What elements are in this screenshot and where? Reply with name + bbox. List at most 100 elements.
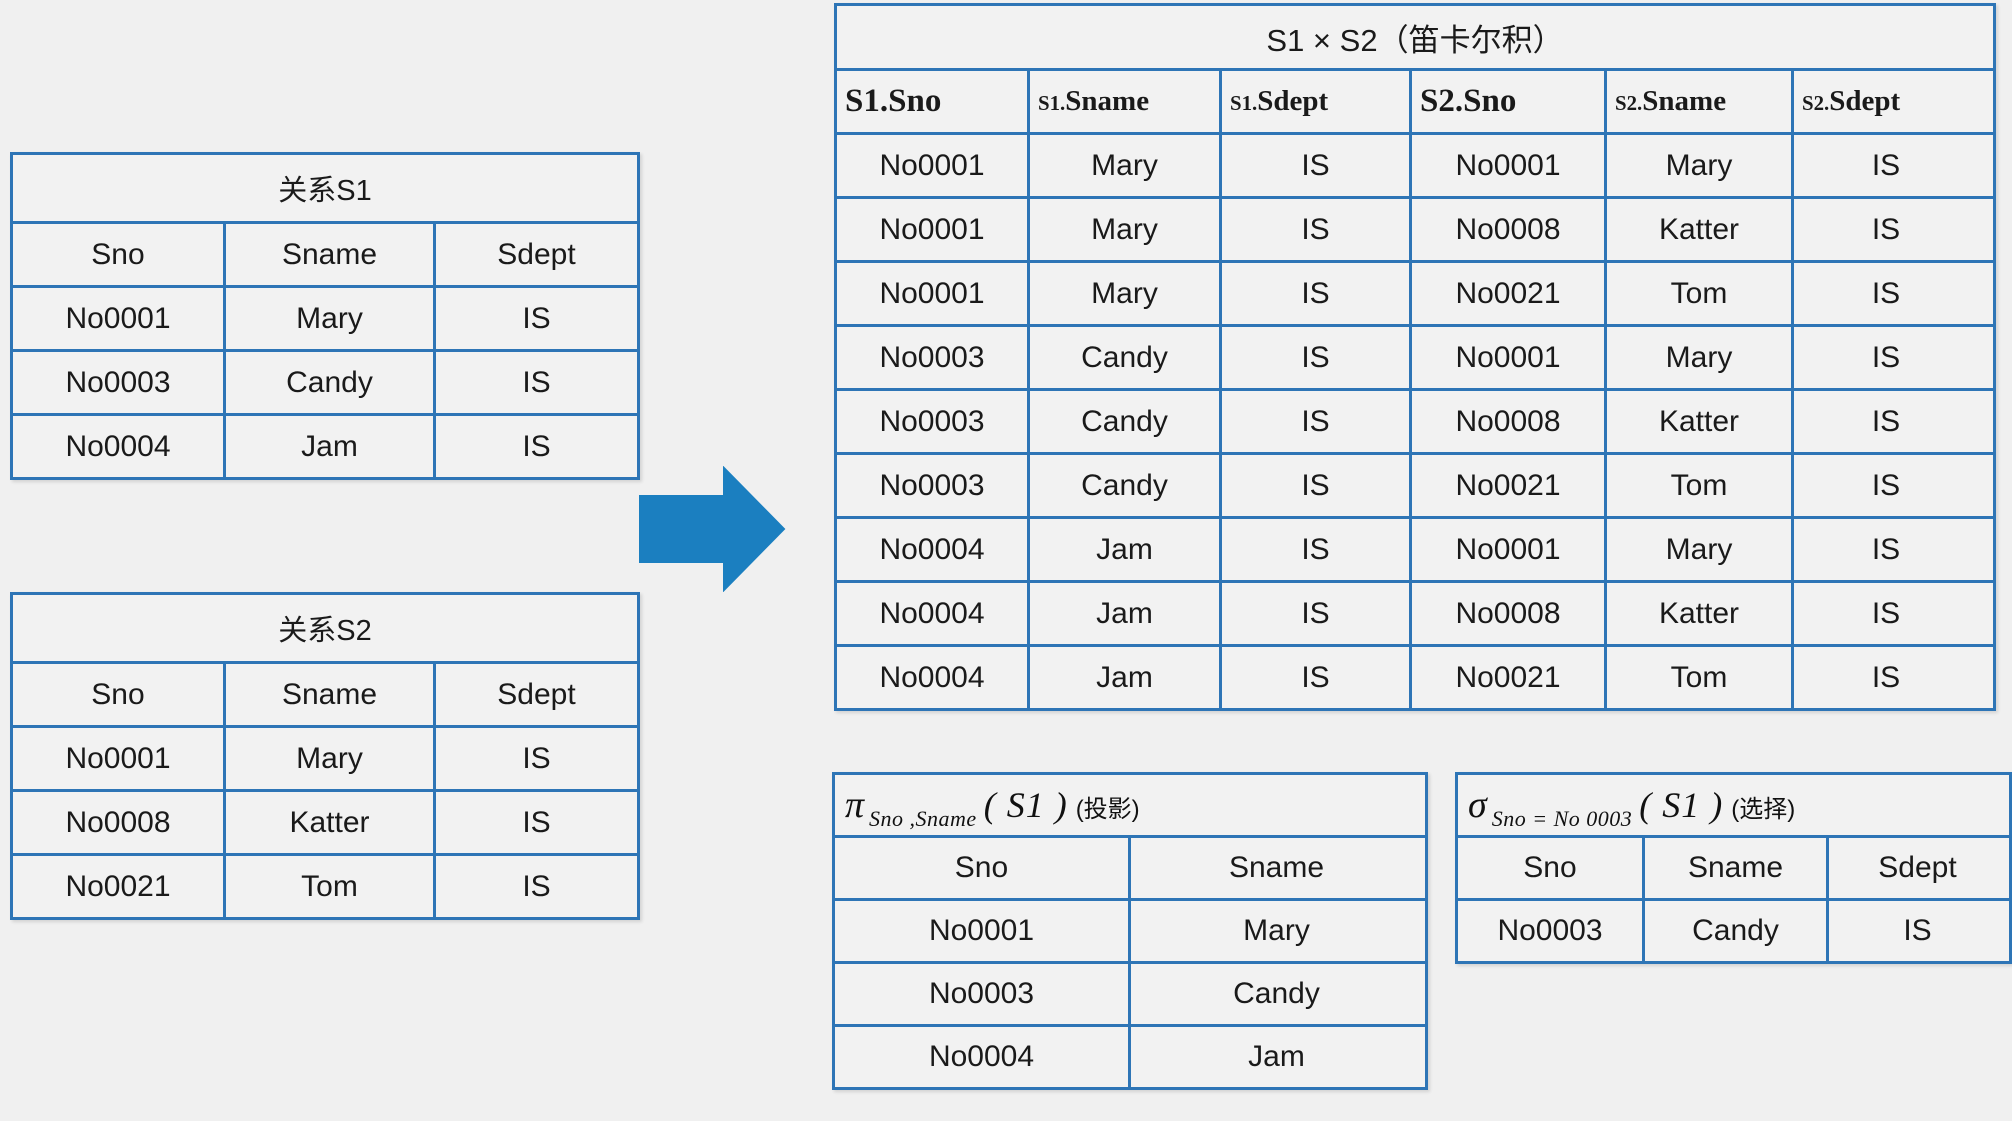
- projection-subscript: Sno ,Sname: [869, 806, 977, 831]
- cell-sname: Candy: [223, 352, 433, 413]
- cell-sno: No0004: [835, 1027, 1128, 1087]
- table-title-row: σ Sno = No 0003 ( S1 ) (选择): [1458, 775, 2009, 835]
- column-header-sname: Sname: [223, 224, 433, 285]
- cell-s1-sname: Candy: [1027, 327, 1219, 388]
- selection-title: σ Sno = No 0003 ( S1 ) (选择): [1458, 775, 2009, 835]
- cell-sno: No0003: [1458, 901, 1642, 961]
- projection-formula: π Sno ,Sname ( S1 ) (投影): [845, 784, 1140, 831]
- column-header-sdept: Sdept: [433, 224, 637, 285]
- cell-sno: No0008: [13, 792, 223, 853]
- table-row: No0001 Mary IS: [13, 725, 637, 789]
- selection-subscript: Sno = No 0003: [1491, 806, 1633, 831]
- table-row: No0004 Jam IS No0001 Mary IS: [837, 516, 1993, 580]
- cell-s2-sname: Tom: [1604, 647, 1791, 708]
- table-row: No0004 Jam: [835, 1024, 1425, 1087]
- cell-s1-sname: Jam: [1027, 583, 1219, 644]
- table-row: No0003 Candy IS: [1458, 898, 2009, 961]
- cell-s2-sname: Mary: [1604, 135, 1791, 196]
- cell-s1-sno: No0004: [837, 519, 1027, 580]
- cell-s1-sname: Candy: [1027, 455, 1219, 516]
- table-header-row: S1.Sno S1.Sname S1.Sdept S2.Sno S2.Sname…: [837, 68, 1993, 132]
- cell-s1-sno: No0004: [837, 647, 1027, 708]
- cell-s2-sno: No0001: [1409, 135, 1604, 196]
- projection-note: (投影): [1075, 796, 1140, 823]
- cell-s1-sdept: IS: [1219, 135, 1409, 196]
- column-header-sname: Sname: [223, 664, 433, 725]
- table-header-row: Sno Sname: [835, 835, 1425, 898]
- cell-sdept: IS: [433, 352, 637, 413]
- table-row: No0003 Candy: [835, 961, 1425, 1024]
- cell-s2-sname: Mary: [1604, 327, 1791, 388]
- projection-argument: ( S1 ): [983, 785, 1068, 825]
- cell-sdept: IS: [433, 288, 637, 349]
- cell-s2-sname: Tom: [1604, 455, 1791, 516]
- cell-s2-sno: No0001: [1409, 327, 1604, 388]
- cell-s2-sname: Katter: [1604, 583, 1791, 644]
- column-header-sno: Sno: [835, 838, 1128, 898]
- table-row: No0003 Candy IS No0021 Tom IS: [837, 452, 1993, 516]
- cell-sdept: IS: [433, 416, 637, 477]
- column-header-s2-sname: S2.Sname: [1604, 71, 1791, 132]
- column-header-s1-sno: S1.Sno: [837, 71, 1027, 132]
- cell-sno: No0001: [13, 728, 223, 789]
- cartesian-title: S1 × S2（笛卡尔积）: [837, 6, 1993, 68]
- cell-s2-sno: No0008: [1409, 391, 1604, 452]
- cell-s2-sdept: IS: [1791, 135, 1978, 196]
- cell-s2-sdept: IS: [1791, 327, 1978, 388]
- cell-sdept: IS: [1826, 901, 2006, 961]
- column-header-sname: Sname: [1128, 838, 1422, 898]
- column-header-s2-sdept: S2.Sdept: [1791, 71, 1978, 132]
- relation-s1-title: 关系S1: [13, 155, 637, 221]
- cell-s1-sno: No0003: [837, 391, 1027, 452]
- selection-argument: ( S1 ): [1639, 785, 1724, 825]
- cell-s1-sname: Jam: [1027, 519, 1219, 580]
- cell-s2-sdept: IS: [1791, 647, 1978, 708]
- cell-sname: Mary: [1128, 901, 1422, 961]
- column-header-sdept: Sdept: [1826, 838, 2006, 898]
- table-title-row: 关系S1: [13, 155, 637, 221]
- table-row: No0001 Mary IS No0008 Katter IS: [837, 196, 1993, 260]
- projection-table: π Sno ,Sname ( S1 ) (投影) Sno Sname No000…: [832, 772, 1428, 1090]
- table-row: No0021 Tom IS: [13, 853, 637, 917]
- cartesian-product-table: S1 × S2（笛卡尔积） S1.Sno S1.Sname S1.Sdept S…: [834, 3, 1996, 711]
- column-header-s1-sname: S1.Sname: [1027, 71, 1219, 132]
- cell-s2-sno: No0021: [1409, 455, 1604, 516]
- table-row: No0001 Mary IS: [13, 285, 637, 349]
- table-row: No0004 Jam IS No0021 Tom IS: [837, 644, 1993, 708]
- relation-s2-title: 关系S2: [13, 595, 637, 661]
- projection-title: π Sno ,Sname ( S1 ) (投影): [835, 775, 1425, 835]
- cell-s2-sdept: IS: [1791, 583, 1978, 644]
- cell-s2-sno: No0021: [1409, 263, 1604, 324]
- selection-formula: σ Sno = No 0003 ( S1 ) (选择): [1468, 784, 1795, 831]
- cell-s2-sno: No0001: [1409, 519, 1604, 580]
- cell-sdept: IS: [433, 792, 637, 853]
- cell-sname: Candy: [1128, 964, 1422, 1024]
- cell-s1-sname: Jam: [1027, 647, 1219, 708]
- cell-s1-sdept: IS: [1219, 263, 1409, 324]
- table-title-row: S1 × S2（笛卡尔积）: [837, 6, 1993, 68]
- cell-s1-sdept: IS: [1219, 199, 1409, 260]
- table-row: No0001 Mary IS No0001 Mary IS: [837, 132, 1993, 196]
- cell-s2-sdept: IS: [1791, 199, 1978, 260]
- cell-sno: No0001: [835, 901, 1128, 961]
- cell-s1-sno: No0001: [837, 199, 1027, 260]
- cell-s1-sdept: IS: [1219, 327, 1409, 388]
- table-title-row: 关系S2: [13, 595, 637, 661]
- table-row: No0003 Candy IS No0001 Mary IS: [837, 324, 1993, 388]
- cell-s2-sname: Mary: [1604, 519, 1791, 580]
- table-row: No0008 Katter IS: [13, 789, 637, 853]
- table-header-row: Sno Sname Sdept: [13, 661, 637, 725]
- cell-s1-sname: Mary: [1027, 199, 1219, 260]
- cell-s1-sdept: IS: [1219, 647, 1409, 708]
- flow-arrow-right-icon: [638, 465, 786, 593]
- column-header-sname: Sname: [1642, 838, 1826, 898]
- cell-s1-sname: Mary: [1027, 263, 1219, 324]
- cell-sname: Jam: [223, 416, 433, 477]
- cell-sname: Tom: [223, 856, 433, 917]
- cell-sname: Candy: [1642, 901, 1826, 961]
- cell-sname: Jam: [1128, 1027, 1422, 1087]
- cell-sname: Mary: [223, 288, 433, 349]
- table-row: No0003 Candy IS: [13, 349, 637, 413]
- cell-sno: No0001: [13, 288, 223, 349]
- cell-s2-sdept: IS: [1791, 391, 1978, 452]
